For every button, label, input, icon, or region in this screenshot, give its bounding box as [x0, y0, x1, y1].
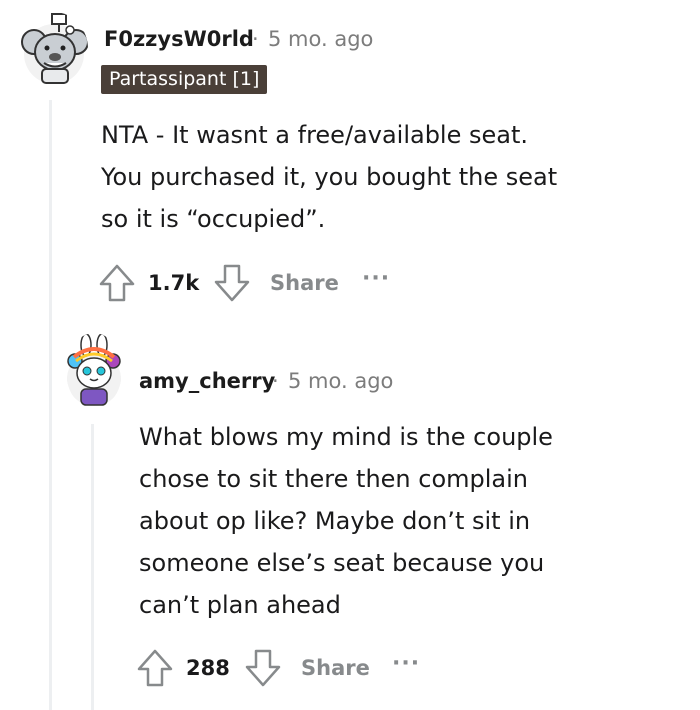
comment-body: NTA - It wasnt a free/available seat. Yo… [101, 114, 557, 240]
meta-separator: · [252, 27, 259, 51]
share-button[interactable]: Share [301, 656, 370, 680]
avatar[interactable] [66, 333, 122, 409]
upvote-button[interactable] [135, 647, 175, 693]
comment-body-line: chose to sit there then complain [139, 465, 529, 493]
comment-body-line: You purchased it, you bought the seat [101, 163, 558, 191]
upvote-arrow-icon [137, 649, 173, 687]
thread-line[interactable] [49, 100, 52, 710]
comment-timestamp[interactable]: 5 mo. ago [268, 27, 373, 51]
upvote-arrow-icon [99, 264, 135, 302]
comment-body: What blows my mind is the couple chose t… [139, 416, 553, 626]
avatar[interactable] [20, 12, 88, 86]
comment-author[interactable]: F0zzysW0rld [104, 27, 254, 51]
share-button[interactable]: Share [270, 271, 339, 295]
comment-body-line: someone else’s seat because you [139, 549, 545, 577]
meta-separator: · [272, 369, 279, 393]
downvote-button[interactable] [212, 262, 252, 308]
user-flair: Partassipant [1] [101, 65, 268, 94]
comment-body-line: What blows my mind is the couple [139, 423, 553, 451]
comment-author[interactable]: amy_cherry [139, 369, 275, 393]
avatar-bunny-icon [67, 333, 121, 406]
comment-body-line: can’t plan ahead [139, 591, 341, 619]
downvote-button[interactable] [243, 647, 283, 693]
downvote-arrow-icon [214, 264, 250, 302]
vote-count: 288 [186, 656, 230, 680]
comment-body-line: about op like? Maybe don’t sit in [139, 507, 531, 535]
more-options-button[interactable]: ··· [362, 266, 390, 291]
downvote-arrow-icon [245, 649, 281, 687]
comment-timestamp[interactable]: 5 mo. ago [288, 369, 393, 393]
upvote-button[interactable] [97, 262, 137, 308]
comment-body-line: NTA - It wasnt a free/available seat. [101, 121, 529, 149]
avatar-koala-icon [21, 13, 88, 84]
vote-count: 1.7k [148, 271, 200, 295]
comment-body-line: so it is “occupied”. [101, 205, 326, 233]
thread-line-reply[interactable] [91, 424, 94, 710]
more-options-button[interactable]: ··· [392, 651, 420, 676]
